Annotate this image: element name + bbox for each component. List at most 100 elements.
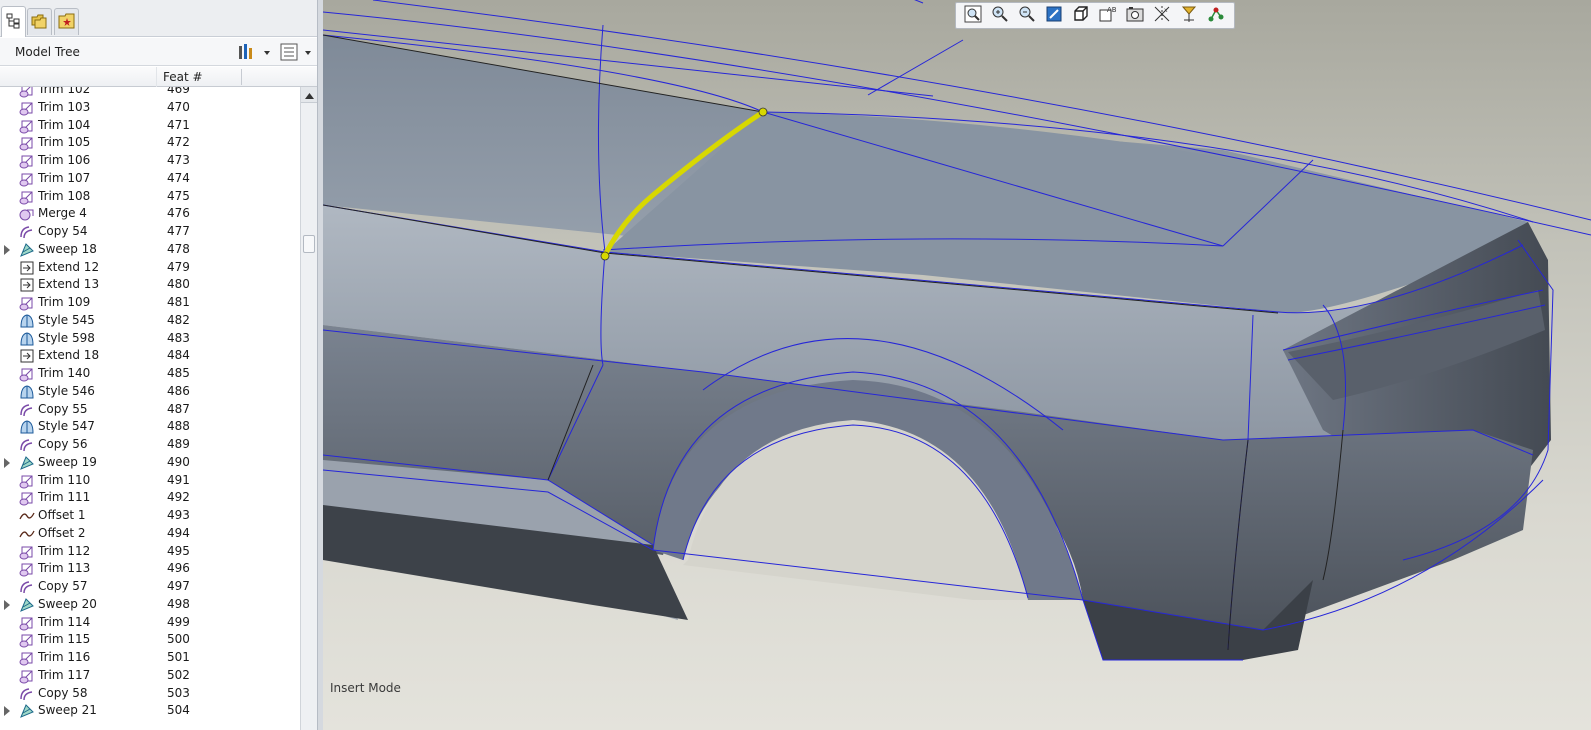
saved-views-button[interactable]: AB <box>1095 4 1121 27</box>
refit-button[interactable] <box>960 4 986 27</box>
tree-row[interactable]: Sweep 19 490 <box>0 454 300 472</box>
tree-row[interactable]: Trim 106 473 <box>0 152 300 170</box>
expand-arrow-icon[interactable] <box>4 706 10 717</box>
feature-number: 503 <box>167 685 190 700</box>
feature-number: 504 <box>167 703 190 718</box>
trim-feature-icon <box>19 366 35 382</box>
view-manager-icon <box>1126 5 1144 26</box>
tab-folder-browser[interactable] <box>27 8 52 35</box>
scroll-thumb[interactable] <box>303 235 315 253</box>
tree-row[interactable]: Trim 140 485 <box>0 365 300 383</box>
offset-feature-icon <box>19 526 35 542</box>
zoom-out-icon <box>1018 5 1036 26</box>
feature-number: 469 <box>167 87 190 96</box>
feature-name: Trim 112 <box>38 543 91 558</box>
tree-row[interactable]: Extend 12 479 <box>0 259 300 277</box>
zoom-out-button[interactable] <box>1014 4 1040 27</box>
tree-row[interactable]: Trim 112 495 <box>0 543 300 561</box>
feature-number: 483 <box>167 330 190 345</box>
tree-row[interactable]: Sweep 21 504 <box>0 702 300 720</box>
scroll-up-button[interactable] <box>301 87 317 103</box>
expand-arrow-icon[interactable] <box>4 599 10 610</box>
feature-name: Sweep 19 <box>38 454 97 469</box>
tree-row[interactable]: Trim 116 501 <box>0 649 300 667</box>
tree-row[interactable]: Copy 57 497 <box>0 578 300 596</box>
tree-row[interactable]: Trim 115 500 <box>0 631 300 649</box>
display-style-button[interactable] <box>1068 4 1094 27</box>
feature-number: 474 <box>167 170 190 185</box>
style-feature-icon <box>19 384 35 400</box>
graphics-viewport[interactable]: AB x Insert Mode <box>323 0 1591 730</box>
style-feature-icon <box>19 419 35 435</box>
tree-row[interactable]: Sweep 20 498 <box>0 596 300 614</box>
selected-edge-end-point <box>758 107 768 117</box>
tree-scrollbar[interactable] <box>300 87 317 730</box>
tree-row[interactable]: Style 545 482 <box>0 312 300 330</box>
model-tree-icon <box>6 13 22 32</box>
tree-row[interactable]: Style 547 488 <box>0 418 300 436</box>
model-scene[interactable] <box>323 0 1591 730</box>
tree-row[interactable]: Trim 117 502 <box>0 667 300 685</box>
tree-row[interactable]: Trim 104 471 <box>0 117 300 135</box>
expand-arrow-icon[interactable] <box>4 244 10 255</box>
tree-settings-icon[interactable] <box>238 43 272 64</box>
feature-number: 487 <box>167 401 190 416</box>
tree-row[interactable]: Trim 109 481 <box>0 294 300 312</box>
tree-row[interactable]: Trim 110 491 <box>0 472 300 490</box>
feature-number: 482 <box>167 312 190 327</box>
trim-feature-icon <box>19 632 35 648</box>
tree-row[interactable]: Offset 1 493 <box>0 507 300 525</box>
trim-feature-icon <box>19 473 35 489</box>
tree-row[interactable]: Trim 105 472 <box>0 134 300 152</box>
tree-row[interactable]: Style 546 486 <box>0 383 300 401</box>
spin-center-button[interactable] <box>1176 4 1202 27</box>
datum-display-button[interactable]: x <box>1149 4 1175 27</box>
annotation-display-button[interactable] <box>1203 4 1229 27</box>
tab-model-tree[interactable] <box>1 6 26 37</box>
tree-row[interactable]: Trim 103 470 <box>0 99 300 117</box>
tree-row[interactable]: Sweep 18 478 <box>0 241 300 259</box>
tree-row[interactable]: Trim 113 496 <box>0 560 300 578</box>
zoom-in-button[interactable] <box>987 4 1013 27</box>
feature-number: 475 <box>167 188 190 203</box>
tree-row[interactable]: Copy 58 503 <box>0 685 300 703</box>
trim-feature-icon <box>19 87 35 98</box>
favorites-icon <box>58 13 76 32</box>
trim-feature-icon <box>19 135 35 151</box>
navigator-tab-bar <box>0 0 323 37</box>
tree-row[interactable]: Merge 4 476 <box>0 205 300 223</box>
column-header-feat-number[interactable]: Feat # <box>163 70 203 84</box>
column-separator[interactable] <box>241 69 242 85</box>
tree-row[interactable]: Offset 2 494 <box>0 525 300 543</box>
feature-number: 499 <box>167 614 190 629</box>
tree-columns-icon[interactable] <box>280 43 316 64</box>
model-tree-title: Model Tree <box>15 45 80 59</box>
feature-number: 472 <box>167 135 190 150</box>
expand-arrow-icon[interactable] <box>4 457 10 468</box>
refit-icon <box>964 5 982 26</box>
trim-feature-icon <box>19 153 35 169</box>
style-feature-icon <box>19 313 35 329</box>
tree-row[interactable]: Style 598 483 <box>0 330 300 348</box>
model-tree-list: Trim 102 469 Trim 103 470 Trim 104 471 Trim 10… <box>0 87 300 730</box>
tree-row[interactable]: Trim 111 492 <box>0 489 300 507</box>
tree-row[interactable]: Copy 54 477 <box>0 223 300 241</box>
tree-row[interactable]: Copy 56 489 <box>0 436 300 454</box>
feature-number: 486 <box>167 383 190 398</box>
feature-name: Trim 102 <box>38 87 91 96</box>
feature-number: 485 <box>167 366 190 380</box>
copy-feature-icon <box>19 224 35 240</box>
tree-row[interactable]: Trim 102 469 <box>0 87 300 99</box>
tree-row[interactable]: Extend 18 484 <box>0 347 300 365</box>
trim-feature-icon <box>19 544 35 560</box>
tree-row[interactable]: Trim 114 499 <box>0 614 300 632</box>
tree-row[interactable]: Trim 107 474 <box>0 170 300 188</box>
tree-row[interactable]: Copy 55 487 <box>0 401 300 419</box>
tree-row[interactable]: Extend 13 480 <box>0 276 300 294</box>
tab-favorites[interactable] <box>54 8 79 35</box>
tree-row[interactable]: Trim 108 475 <box>0 188 300 206</box>
trim-feature-icon <box>19 490 35 506</box>
repaint-button[interactable] <box>1041 4 1067 27</box>
folder-browser-icon <box>31 13 49 32</box>
view-manager-button[interactable] <box>1122 4 1148 27</box>
